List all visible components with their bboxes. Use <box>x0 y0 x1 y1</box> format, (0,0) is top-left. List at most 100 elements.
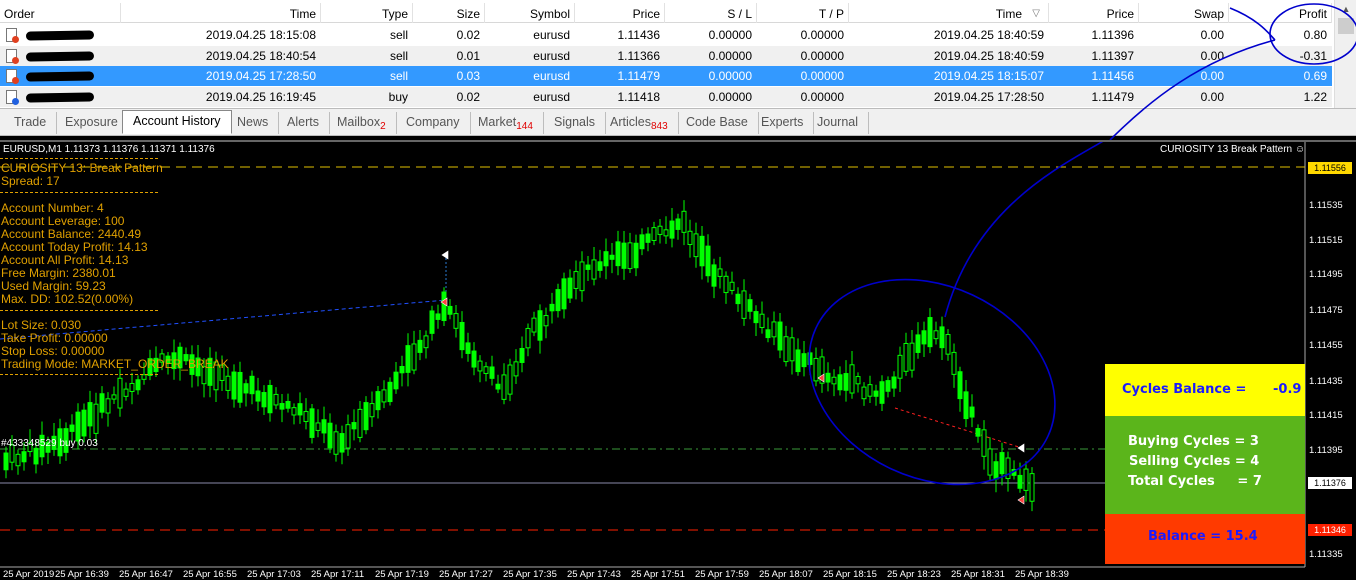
cell-time: 2019.04.25 18:40:54 <box>205 49 316 63</box>
candle-body <box>663 229 669 237</box>
cell-swap: 0.00 <box>1200 28 1224 42</box>
price-tag-bottom: 1.11346 <box>1308 524 1352 536</box>
tab-code-base[interactable]: Code Base <box>676 112 759 134</box>
candle-body <box>129 382 135 392</box>
candle-body <box>969 406 975 418</box>
candle-body <box>249 375 255 395</box>
col-sl[interactable]: S / L <box>665 3 757 23</box>
candle-body <box>81 409 87 437</box>
price-tick: 1.11495 <box>1309 269 1343 280</box>
candle-body <box>315 422 321 431</box>
candle-body <box>609 254 615 260</box>
expert-name-label: CURIOSITY 13 Break Pattern ☺ <box>1160 144 1306 155</box>
cell-close-price: 1.11456 <box>1091 69 1135 83</box>
candle-body <box>477 360 483 372</box>
candle-body <box>789 337 795 362</box>
tab-news[interactable]: News <box>227 112 280 134</box>
col-time[interactable]: Time <box>121 3 321 23</box>
tab-company[interactable]: Company <box>396 112 471 134</box>
tab-market[interactable]: Market144 <box>468 112 544 134</box>
candle-body <box>345 424 351 449</box>
table-row[interactable]: 2019.04.25 17:28:50 sell 0.03 eurusd 1.11479… <box>0 66 1332 86</box>
tab-mailbox[interactable]: Mailbox2 <box>327 112 397 134</box>
candle-body <box>627 242 633 270</box>
col-symbol[interactable]: Symbol <box>485 3 575 23</box>
time-tick: 25 Apr 17:35 <box>503 569 557 580</box>
tab-badge: 144 <box>516 121 533 132</box>
candle-body <box>363 402 369 431</box>
info-separator <box>0 374 158 375</box>
tab-alerts[interactable]: Alerts <box>277 112 330 134</box>
candle-body <box>267 384 273 414</box>
candle-body <box>105 398 111 414</box>
candle-body <box>387 381 393 403</box>
candle-body <box>873 390 879 397</box>
candle-body <box>339 433 345 453</box>
cell-profit: -0.31 <box>1299 49 1327 63</box>
cell-close-price: 1.11479 <box>1091 90 1135 104</box>
col-tp[interactable]: T / P <box>757 3 849 23</box>
candle-body <box>951 351 957 375</box>
tab-signals[interactable]: Signals <box>544 112 606 134</box>
candle-body <box>393 371 399 390</box>
tab-exposure[interactable]: Exposure <box>55 112 129 134</box>
candle-body <box>327 422 333 449</box>
tab-account-history[interactable]: Account History <box>122 110 232 134</box>
redacted-order-number <box>25 30 95 41</box>
open-order-label: #433348529 buy 0.03 <box>1 438 98 449</box>
cell-close-time: 2019.04.25 17:28:50 <box>933 90 1044 104</box>
candle-body <box>333 431 339 455</box>
time-tick: 25 Apr 17:11 <box>311 569 365 580</box>
sell-order-icon <box>6 69 19 84</box>
cell-sl: 0.00000 <box>708 49 752 63</box>
tab-experts[interactable]: Experts <box>751 112 815 134</box>
col-order[interactable]: Order <box>0 3 121 23</box>
price-tag-top: 1.11556 <box>1308 162 1352 174</box>
price-chart[interactable]: EURUSD,M1 1.11373 1.11376 1.11371 1.1137… <box>0 140 1356 580</box>
candle-body <box>825 372 831 383</box>
col-type[interactable]: Type <box>321 3 413 23</box>
candle-body <box>639 234 645 250</box>
scroll-up-icon[interactable]: ▲ <box>1338 2 1354 16</box>
price-tick: 1.11335 <box>1309 549 1343 560</box>
scroll-thumb[interactable] <box>1338 18 1354 34</box>
info-line: Max. DD: 102.52(0.00%) <box>1 292 134 306</box>
cell-sl: 0.00000 <box>708 90 752 104</box>
tab-label: Code Base <box>686 115 748 129</box>
cell-symbol: eurusd <box>533 69 570 83</box>
candle-body <box>603 251 609 267</box>
tab-articles[interactable]: Articles843 <box>600 112 679 134</box>
table-row[interactable]: 2019.04.25 18:15:08 sell 0.02 eurusd 1.11436… <box>0 25 1332 45</box>
col-size[interactable]: Size <box>413 3 485 23</box>
col-price[interactable]: Price <box>575 3 665 23</box>
cell-type: sell <box>389 69 408 83</box>
candle-body <box>513 361 519 377</box>
table-row[interactable]: 2019.04.25 16:19:45 buy 0.02 eurusd 1.11418 0… <box>0 87 1332 107</box>
terminal-tabs: Trade Exposure Account History News Alerts Ma… <box>0 108 1356 136</box>
candle-body <box>573 271 579 289</box>
candle-body <box>279 403 285 410</box>
tab-label: Company <box>406 115 460 129</box>
time-tick: 25 Apr 18:15 <box>823 569 877 580</box>
col-swap[interactable]: Swap <box>1139 3 1229 23</box>
candle-body <box>933 330 939 340</box>
cycles-balance-label: Cycles Balance = <box>1122 382 1247 397</box>
tab-trade[interactable]: Trade <box>4 112 58 134</box>
table-row[interactable]: 2019.04.25 18:40:54 sell 0.01 eurusd 1.11366… <box>0 46 1332 66</box>
price-tick: 1.11535 <box>1309 200 1343 211</box>
tab-journal[interactable]: Journal <box>807 112 869 134</box>
trade-arrow-marker <box>441 250 449 260</box>
candle-body <box>777 321 783 351</box>
candle-body <box>729 281 735 291</box>
col-profit[interactable]: Profit <box>1229 3 1332 23</box>
cycles-balance-panel: Cycles Balance = -0.9 <box>1105 364 1305 416</box>
col-close-time[interactable]: Time ▽ <box>849 3 1049 23</box>
tab-label: Articles <box>610 115 651 129</box>
cell-size: 0.03 <box>456 69 480 83</box>
time-tick: 25 Apr 18:39 <box>1015 569 1069 580</box>
candle-body <box>975 428 981 437</box>
cell-close-price: 1.11396 <box>1091 28 1135 42</box>
col-close-price[interactable]: Price <box>1049 3 1139 23</box>
candle-body <box>735 293 741 305</box>
table-scrollbar[interactable]: ▲ <box>1334 0 1356 108</box>
